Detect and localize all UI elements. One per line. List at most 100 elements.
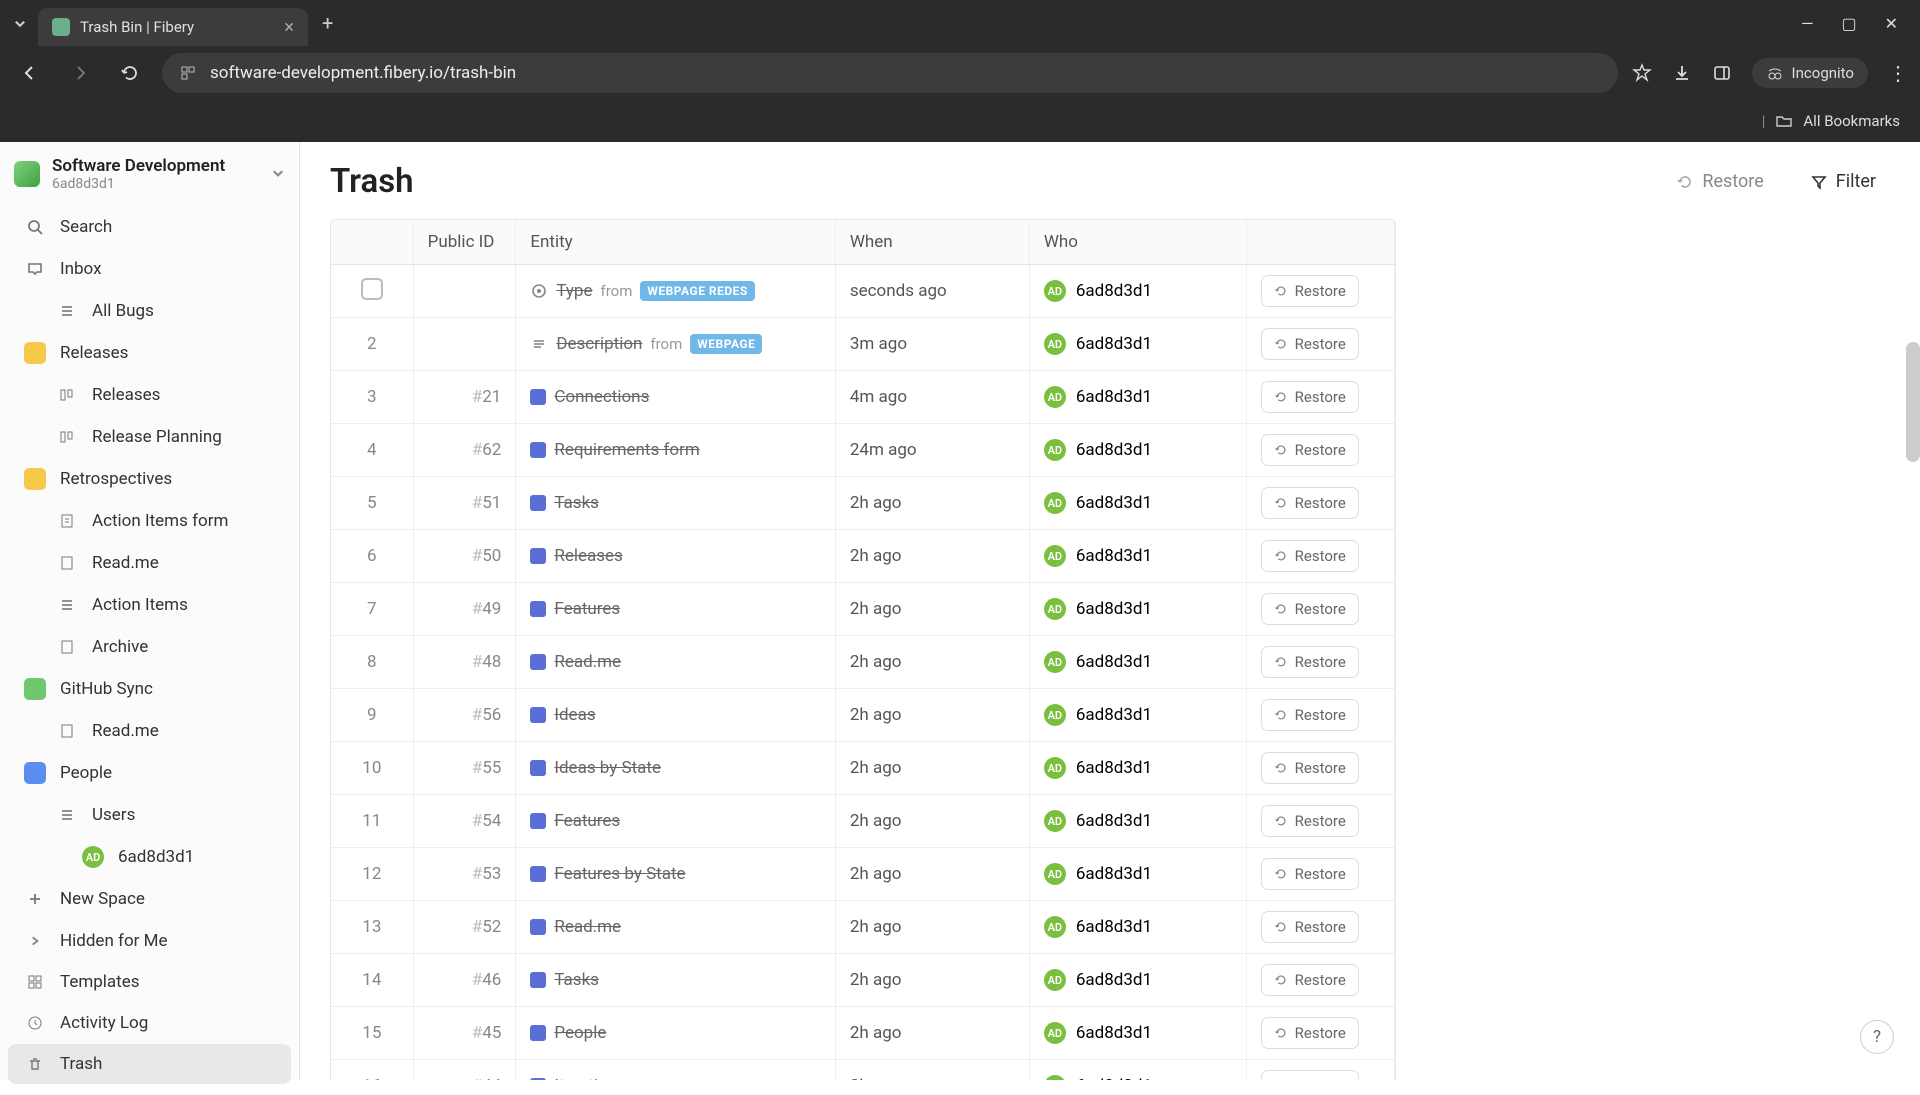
menu-icon[interactable]: ⋮ (1888, 61, 1908, 85)
bookmark-star-icon[interactable] (1632, 63, 1652, 83)
reload-button[interactable] (112, 55, 148, 91)
database-icon (530, 760, 546, 776)
table-row[interactable]: Type from WEBPAGE REDESseconds agoAD6ad8… (331, 265, 1395, 318)
incognito-badge[interactable]: Incognito (1752, 58, 1868, 88)
table-row[interactable]: 8#48Read.me2h agoAD6ad8d3d1Restore (331, 636, 1395, 689)
sidebar-github-space[interactable]: GitHub Sync (8, 669, 291, 709)
database-icon (530, 919, 546, 935)
workspace-sub: 6ad8d3d1 (52, 176, 259, 192)
restore-row-button[interactable]: Restore (1261, 275, 1359, 307)
sidebar-user-entry[interactable]: AD 6ad8d3d1 (8, 837, 291, 877)
public-id: 45 (482, 1023, 501, 1043)
sidebar-templates[interactable]: Templates (8, 962, 291, 1002)
table-row[interactable]: 4#62Requirements form24m agoAD6ad8d3d1Re… (331, 424, 1395, 477)
site-info-icon[interactable] (180, 65, 196, 81)
restore-row-button[interactable]: Restore (1261, 805, 1359, 837)
back-button[interactable] (12, 55, 48, 91)
restore-row-button[interactable]: Restore (1261, 752, 1359, 784)
restore-icon (1274, 443, 1288, 457)
browser-tab[interactable]: Trash Bin | Fibery × (38, 8, 308, 46)
avatar-icon: AD (1044, 492, 1066, 514)
sidebar-search[interactable]: Search (8, 207, 291, 247)
row-number: 16 (362, 1076, 381, 1080)
table-row[interactable]: 3#21Connections4m agoAD6ad8d3d1Restore (331, 371, 1395, 424)
restore-row-button[interactable]: Restore (1261, 858, 1359, 890)
restore-row-button[interactable]: Restore (1261, 911, 1359, 943)
sidebar-action-items-form[interactable]: Action Items form (8, 501, 291, 541)
table-row[interactable]: 14#46Tasks2h agoAD6ad8d3d1Restore (331, 954, 1395, 1007)
entity-name: Requirements form (554, 440, 699, 460)
forward-button[interactable] (62, 55, 98, 91)
tab-history-button[interactable] (8, 11, 32, 35)
table-row[interactable]: 10#55Ideas by State2h agoAD6ad8d3d1Resto… (331, 742, 1395, 795)
sidebar-releases-view[interactable]: Releases (8, 375, 291, 415)
restore-row-button[interactable]: Restore (1261, 434, 1359, 466)
sidebar-users[interactable]: Users (8, 795, 291, 835)
filter-button[interactable]: Filter (1796, 163, 1890, 200)
workspace-switcher[interactable]: Software Development 6ad8d3d1 (0, 142, 299, 206)
avatar-icon: AD (1044, 386, 1066, 408)
row-number: 4 (367, 440, 377, 460)
from-label: from (650, 335, 682, 353)
help-button[interactable]: ? (1860, 1020, 1894, 1054)
sidebar-people-space[interactable]: People (8, 753, 291, 793)
restore-row-button[interactable]: Restore (1261, 1070, 1359, 1080)
restore-row-button[interactable]: Restore (1261, 381, 1359, 413)
restore-row-button[interactable]: Restore (1261, 964, 1359, 996)
trash-table: Public ID Entity When Who Type from WEBP… (330, 219, 1396, 1080)
main-content: Trash Restore Filter Public ID En (300, 142, 1920, 1080)
table-row[interactable]: 15#45People2h agoAD6ad8d3d1Restore (331, 1007, 1395, 1060)
table-row[interactable]: 7#49Features2h agoAD6ad8d3d1Restore (331, 583, 1395, 636)
sidebar-all-bugs[interactable]: All Bugs (8, 291, 291, 331)
sidebar-archive[interactable]: Archive (8, 627, 291, 667)
who-value: 6ad8d3d1 (1076, 440, 1152, 460)
entity-name: Tasks (554, 493, 599, 513)
table-row[interactable]: 16#44Iterations2h agoAD6ad8d3d1Restore (331, 1060, 1395, 1081)
restore-selected-button[interactable]: Restore (1662, 163, 1777, 200)
sidebar-trash[interactable]: Trash (8, 1044, 291, 1084)
sidebar-retrospectives-space[interactable]: Retrospectives (8, 459, 291, 499)
table-row[interactable]: 9#56Ideas2h agoAD6ad8d3d1Restore (331, 689, 1395, 742)
avatar-icon: AD (1044, 916, 1066, 938)
table-row[interactable]: 2Description from WEBPAGE3m agoAD6ad8d3d… (331, 318, 1395, 371)
sidebar-hidden[interactable]: Hidden for Me (8, 921, 291, 961)
sidebar-inbox[interactable]: Inbox (8, 249, 291, 289)
close-tab-icon[interactable]: × (284, 17, 294, 38)
downloads-icon[interactable] (1672, 63, 1692, 83)
restore-row-button[interactable]: Restore (1261, 699, 1359, 731)
scrollbar[interactable] (1906, 342, 1920, 462)
restore-row-button[interactable]: Restore (1261, 328, 1359, 360)
sidebar-release-planning[interactable]: Release Planning (8, 417, 291, 457)
browser-chrome: Trash Bin | Fibery × + — ▢ ✕ software-de… (0, 0, 1920, 142)
sidebar-activity-log[interactable]: Activity Log (8, 1003, 291, 1043)
restore-row-button[interactable]: Restore (1261, 487, 1359, 519)
table-row[interactable]: 6#50Releases2h agoAD6ad8d3d1Restore (331, 530, 1395, 583)
sidebar-new-space[interactable]: New Space (8, 879, 291, 919)
all-bookmarks-link[interactable]: All Bookmarks (1803, 112, 1900, 130)
table-row[interactable]: 11#54Features2h agoAD6ad8d3d1Restore (331, 795, 1395, 848)
row-checkbox[interactable] (361, 278, 383, 300)
row-number: 14 (362, 970, 381, 990)
restore-row-button[interactable]: Restore (1261, 1017, 1359, 1049)
board-icon (56, 384, 78, 406)
restore-row-button[interactable]: Restore (1261, 646, 1359, 678)
url-field[interactable]: software-development.fibery.io/trash-bin (162, 53, 1618, 93)
restore-row-button[interactable]: Restore (1261, 593, 1359, 625)
panel-icon[interactable] (1712, 63, 1732, 83)
sidebar-readme-2[interactable]: Read.me (8, 711, 291, 751)
entity-name: Features (554, 811, 620, 831)
sidebar-action-items[interactable]: Action Items (8, 585, 291, 625)
minimize-icon[interactable]: — (1801, 14, 1814, 33)
database-icon (530, 389, 546, 405)
new-tab-button[interactable]: + (322, 11, 333, 35)
maximize-icon[interactable]: ▢ (1841, 14, 1856, 33)
sidebar-releases-space[interactable]: Releases (8, 333, 291, 373)
restore-row-button[interactable]: Restore (1261, 540, 1359, 572)
bookmarks-bar: | All Bookmarks (0, 100, 1920, 142)
table-row[interactable]: 12#53Features by State2h agoAD6ad8d3d1Re… (331, 848, 1395, 901)
filter-icon (1810, 173, 1828, 191)
close-window-icon[interactable]: ✕ (1885, 14, 1898, 33)
table-row[interactable]: 13#52Read.me2h agoAD6ad8d3d1Restore (331, 901, 1395, 954)
table-row[interactable]: 5#51Tasks2h agoAD6ad8d3d1Restore (331, 477, 1395, 530)
sidebar-readme-1[interactable]: Read.me (8, 543, 291, 583)
